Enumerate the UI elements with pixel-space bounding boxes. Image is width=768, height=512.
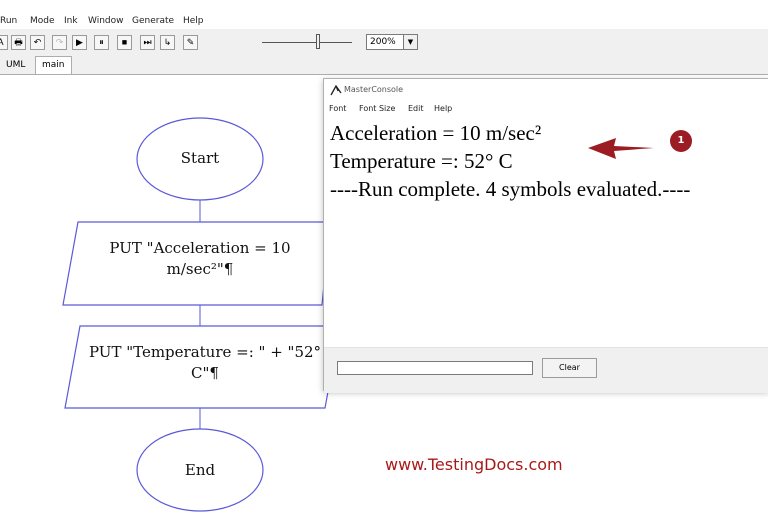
put-label-1-line1[interactable]: PUT "Acceleration = 10: [80, 238, 320, 259]
console-menu-edit[interactable]: Edit: [408, 104, 424, 113]
clear-button[interactable]: Clear: [542, 358, 597, 378]
console-input[interactable]: [337, 361, 533, 375]
put-label-2-line2[interactable]: C"¶: [75, 363, 335, 384]
annotation-badge: 1: [670, 130, 692, 152]
console-output-line: Temperature =: 52° C: [330, 149, 513, 173]
console-menu-font-size[interactable]: Font Size: [359, 104, 395, 113]
console-title: MasterConsole: [344, 85, 404, 94]
console-output-line: ----Run complete. 4 symbols evaluated.--…: [330, 177, 691, 201]
put-label-1-line2[interactable]: m/sec²"¶: [80, 259, 320, 280]
annotation-arrow-icon: [588, 138, 654, 159]
console-app-icon: [330, 84, 342, 96]
put-label-2-line1[interactable]: PUT "Temperature =: " + "52°: [75, 342, 335, 363]
console-menu-font[interactable]: Font: [329, 104, 346, 113]
watermark-text: www.TestingDocs.com: [385, 455, 563, 474]
console-titlebar[interactable]: MasterConsole: [324, 79, 768, 101]
console-menu-help[interactable]: Help: [434, 104, 452, 113]
start-label[interactable]: Start: [140, 148, 260, 169]
console-output-line: Acceleration = 10 m/sec²: [330, 121, 542, 145]
end-label[interactable]: End: [140, 460, 260, 481]
master-console-window[interactable]: MasterConsole Font Font Size Edit Help A…: [323, 78, 768, 393]
console-menu-bar: Font Font Size Edit Help: [324, 101, 768, 115]
